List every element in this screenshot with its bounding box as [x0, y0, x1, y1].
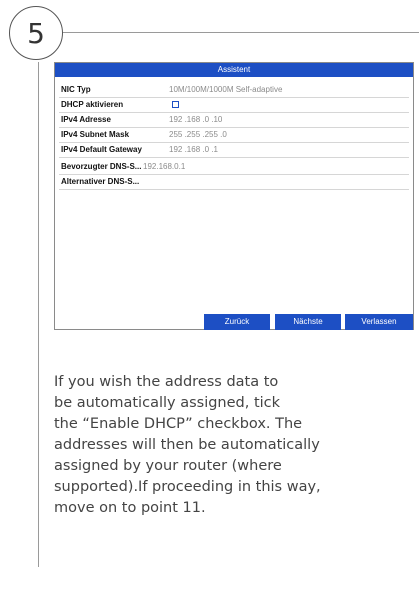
ipv4-subnet-field[interactable]: 255 .255 .255 .0 — [169, 128, 227, 142]
alternate-dns-row: Alternativer DNS-S... — [59, 175, 409, 190]
ipv4-gateway-field[interactable]: 192 .168 .0 .1 — [169, 143, 218, 157]
caption-line: be automatically assigned, tick — [54, 395, 281, 411]
caption-line: move on to point 11. — [54, 500, 206, 516]
network-settings-form: NIC Typ 10M/100M/1000M Self-adaptive DHC… — [55, 77, 413, 190]
ipv4-address-row: IPv4 Adresse 192 .168 .0 .10 — [59, 113, 409, 128]
dhcp-checkbox[interactable] — [172, 101, 179, 108]
ipv4-address-field[interactable]: 192 .168 .0 .10 — [169, 113, 222, 127]
ipv4-gateway-row: IPv4 Default Gateway 192 .168 .0 .1 — [59, 143, 409, 158]
ipv4-subnet-row: IPv4 Subnet Mask 255 .255 .255 .0 — [59, 128, 409, 143]
back-button[interactable]: Zurück — [204, 314, 270, 330]
ipv4-gateway-label: IPv4 Default Gateway — [61, 145, 142, 154]
dialog-title: Assistent — [55, 63, 413, 77]
caption-line: supported).If proceeding in this way, — [54, 479, 321, 495]
preferred-dns-row: Bevorzugter DNS-S... 192.168.0.1 — [59, 160, 409, 175]
ipv4-address-label: IPv4 Adresse — [61, 115, 111, 124]
caption-line: If you wish the address data to — [54, 374, 279, 390]
preferred-dns-label: Bevorzugter DNS-S... — [61, 162, 142, 171]
caption-line: the “Enable DHCP” checkbox. The — [54, 416, 303, 432]
instruction-text: If you wish the address data to be autom… — [54, 372, 414, 519]
dhcp-row: DHCP aktivieren — [59, 98, 409, 113]
nic-type-row: NIC Typ 10M/100M/1000M Self-adaptive — [59, 83, 409, 98]
nic-type-label: NIC Typ — [61, 85, 91, 94]
dhcp-label: DHCP aktivieren — [61, 100, 124, 109]
step-header-rule — [60, 32, 419, 33]
ipv4-subnet-label: IPv4 Subnet Mask — [61, 130, 130, 139]
step-side-rule — [38, 62, 39, 567]
alternate-dns-label: Alternativer DNS-S... — [61, 177, 140, 186]
caption-line: assigned by your router (where — [54, 458, 282, 474]
exit-button[interactable]: Verlassen — [345, 314, 413, 330]
caption-line: addresses will then be automatically — [54, 437, 320, 453]
step-number-badge: 5 — [9, 6, 63, 60]
next-button[interactable]: Nächste — [275, 314, 341, 330]
nic-type-value: 10M/100M/1000M Self-adaptive — [169, 85, 283, 94]
assistant-dialog: Assistent NIC Typ 10M/100M/1000M Self-ad… — [54, 62, 414, 330]
preferred-dns-field[interactable]: 192.168.0.1 — [143, 160, 185, 174]
